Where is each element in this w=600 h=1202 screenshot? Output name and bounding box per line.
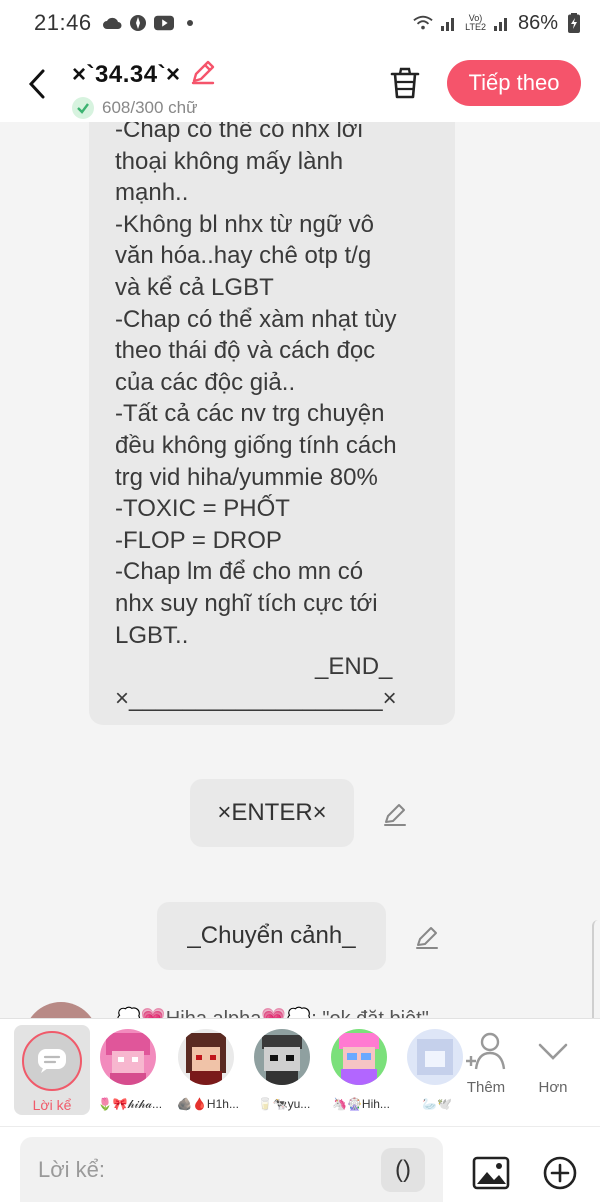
narration-line: -Chap có thể xàm nhạt tùy <box>115 305 397 333</box>
check-circle-icon <box>72 97 94 119</box>
signal-icon-2 <box>492 15 512 31</box>
narration-line: LGBT.. <box>115 621 189 649</box>
narration-line: và kể cả LGBT <box>115 273 274 301</box>
char-count: 608/300 chữ <box>102 98 198 117</box>
character-avatar <box>407 1029 463 1085</box>
narration-bubble[interactable]: -Chap có thể có nhx lời thoại không mấy l… <box>89 122 455 725</box>
edit-enter-icon[interactable] <box>381 800 409 828</box>
scrollbar[interactable] <box>592 920 600 1018</box>
insert-image-button[interactable] <box>469 1151 513 1195</box>
editor-header: ×`34.34`× 608/300 chữ Tiếp theo <box>0 46 600 122</box>
character-name: 🌷🎀𝒽𝒾𝒽𝒶... <box>97 1097 163 1111</box>
narration-input-box: () <box>20 1137 443 1202</box>
next-button[interactable]: Tiếp theo <box>447 60 581 106</box>
trash-icon <box>390 67 420 99</box>
character-name: 🦄🎡Hih... <box>332 1097 390 1111</box>
battery-percent: 86% <box>517 11 558 34</box>
speech-bubble-icon <box>38 1049 66 1073</box>
narration-line: nhx suy nghĩ tích cực tới <box>115 589 378 617</box>
narration-line: -Chap có thể có nhx lời <box>115 122 363 143</box>
character-avatar <box>254 1029 310 1085</box>
character-avatar <box>178 1029 234 1085</box>
narration-line: của các độc giả.. <box>115 368 296 396</box>
narration-line: _END_ <box>315 653 393 681</box>
status-time: 21:46 <box>34 10 92 35</box>
input-bar: () <box>0 1126 600 1202</box>
narration-line: ×___________________× <box>115 684 397 712</box>
narration-line: trg vid hiha/yummie 80% <box>115 463 378 491</box>
narration-line: -Không bl nhx từ ngữ vô <box>115 210 374 238</box>
plus-circle-icon <box>543 1156 577 1190</box>
add-character-button[interactable]: Thêm <box>456 1031 516 1115</box>
character-avatar <box>100 1029 156 1085</box>
narration-line: thoại không mấy lành <box>115 147 344 175</box>
character-avatar <box>331 1029 387 1085</box>
character-item[interactable]: 🌷🎀𝒽𝒾𝒽𝒶... <box>98 1029 162 1115</box>
status-bar: 21:46 Vo) LTE2 86% <box>0 0 600 46</box>
enter-chip[interactable]: ×ENTER× <box>190 779 354 847</box>
narrator-label: Lời kể <box>32 1097 72 1113</box>
scene-change-chip[interactable]: _Chuyển cảnh_ <box>157 902 386 970</box>
cloud-icon <box>102 15 122 31</box>
narration-line: -FLOP = DROP <box>115 526 282 554</box>
narration-text: -Chap có thể có nhx lời thoại không mấy l… <box>115 122 429 714</box>
narration-line: -Tất cả các nv trg chuyện <box>115 400 385 428</box>
collapse-button[interactable]: Hơn <box>523 1031 583 1115</box>
collapse-label: Hơn <box>538 1079 568 1096</box>
narrator-selector[interactable]: Lời kể <box>14 1025 90 1115</box>
back-button[interactable] <box>20 64 54 104</box>
parenthesis-button[interactable]: () <box>381 1148 425 1192</box>
chevron-left-icon <box>28 69 45 99</box>
character-name: 🥛🐄yu... <box>257 1097 311 1111</box>
narrator-avatar <box>22 1031 82 1091</box>
wifi-icon <box>413 15 433 31</box>
add-person-icon <box>466 1032 506 1070</box>
battery-charging-icon <box>564 13 584 33</box>
character-item[interactable]: 🪨🩸H1h... <box>177 1029 240 1115</box>
lte-indicator: Vo) LTE2 <box>465 13 486 32</box>
dot-icon <box>180 15 200 31</box>
add-button[interactable] <box>540 1153 580 1193</box>
compass-icon <box>128 15 148 31</box>
speaker-avatar <box>24 1002 98 1018</box>
character-item[interactable]: 🥛🐄yu... <box>254 1029 316 1115</box>
signal-icon <box>439 15 459 31</box>
character-item[interactable]: 🦄🎡Hih... <box>331 1029 393 1115</box>
narration-line: mạnh.. <box>115 179 189 207</box>
story-area[interactable]: -Chap có thể có nhx lời thoại không mấy l… <box>0 122 600 1018</box>
narration-line: -Chap lm để cho mn có <box>115 558 364 586</box>
narration-line: -TOXIC = PHỐT <box>115 495 290 523</box>
story-title: ×`34.34`× <box>72 60 181 88</box>
add-character-label: Thêm <box>466 1079 506 1096</box>
character-bar: Lời kể 🌷🎀𝒽𝒾𝒽𝒶... 🪨🩸H1h... 🥛🐄yu... 🦄🎡Hih.… <box>0 1018 600 1126</box>
narration-line: theo thái độ và cách đọc <box>115 337 376 365</box>
chevron-down-icon <box>538 1043 568 1060</box>
youtube-icon <box>153 15 174 31</box>
character-name: 🪨🩸H1h... <box>177 1097 239 1111</box>
next-dialogue-preview: 💭💗Hiha alpha💗💭: "ok đặt biệt" <box>116 1006 429 1018</box>
narration-input[interactable] <box>38 1157 381 1183</box>
edit-title-icon[interactable] <box>189 58 217 91</box>
title-area: ×`34.34`× 608/300 chữ <box>72 58 217 119</box>
image-icon <box>472 1156 510 1190</box>
narration-line: đều không giống tính cách <box>115 431 397 459</box>
narration-line: văn hóa..hay chê otp t/g <box>115 242 372 270</box>
delete-button[interactable] <box>386 64 424 102</box>
edit-scene-icon[interactable] <box>413 923 441 951</box>
